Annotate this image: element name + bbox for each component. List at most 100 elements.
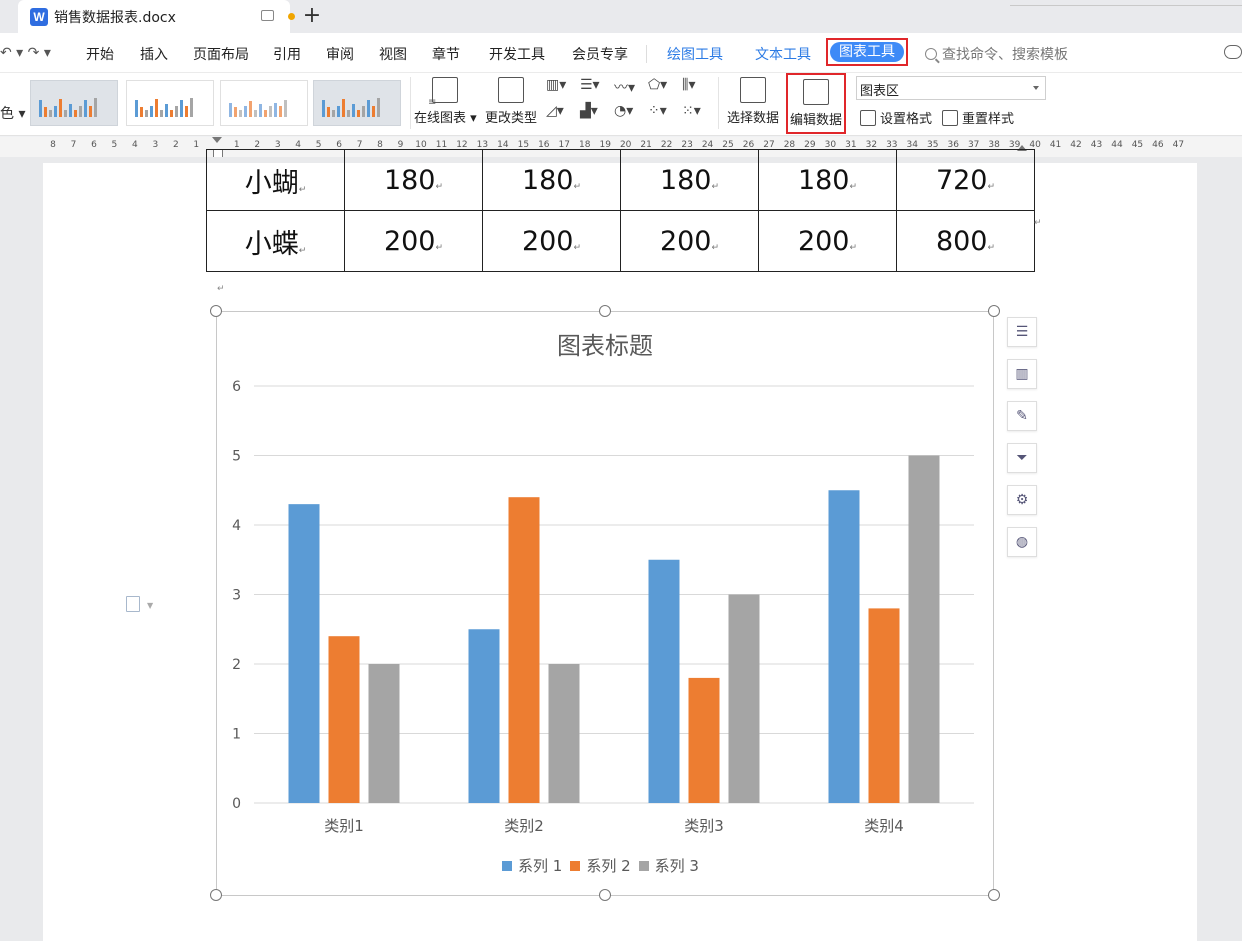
legend-item[interactable]: 系列 2 (570, 855, 631, 876)
bar[interactable] (728, 594, 760, 804)
reset-style-button[interactable]: 重置样式 (942, 108, 1014, 127)
table-cell[interactable]: 180↵ (344, 149, 483, 211)
bar[interactable] (548, 664, 580, 803)
ruler-tick-label: 1 (193, 140, 200, 150)
table-cell[interactable]: 180↵ (758, 149, 897, 211)
chart-style-gallery: ≡ (28, 75, 436, 129)
select-data-button[interactable]: 选择数据 (727, 77, 779, 126)
menu-view[interactable]: 视图 (379, 44, 407, 64)
legend-label: 系列 2 (586, 857, 631, 875)
ruler-tick-label: 7 (70, 140, 77, 150)
scatter-chart-icon[interactable]: ⁘▾ (648, 103, 678, 125)
x-tick-label: 类别4 (864, 817, 904, 835)
menu-home[interactable]: 开始 (86, 44, 114, 64)
wps-writer-icon: W (30, 7, 48, 26)
table-cell[interactable]: 180↵ (482, 149, 621, 211)
ruler-tick-label: 2 (172, 140, 179, 150)
resize-handle[interactable] (210, 889, 222, 901)
bar[interactable] (508, 497, 540, 803)
area-chart-icon[interactable]: ◿▾ (546, 103, 576, 125)
table-cell[interactable]: 200↵ (344, 210, 483, 272)
stock-chart-icon[interactable]: ⫼▾ (682, 77, 712, 99)
table-cell[interactable]: 200↵ (758, 210, 897, 272)
menu-developer[interactable]: 开发工具 (489, 44, 545, 64)
legend-label: 系列 1 (518, 857, 563, 875)
y-tick-label: 0 (232, 796, 241, 812)
menu-text-tools[interactable]: 文本工具 (755, 44, 811, 64)
color-scheme-button[interactable]: 色 ▾ (0, 103, 25, 123)
bar[interactable] (688, 677, 720, 803)
legend-item[interactable]: 系列 1 (502, 855, 562, 876)
menu-section[interactable]: 章节 (432, 44, 460, 64)
chevron-down-icon (1033, 86, 1039, 90)
table-cell[interactable]: 小蝴↵ (206, 149, 345, 211)
ruler-tick-label: 46 (1152, 140, 1164, 150)
bar[interactable] (648, 559, 680, 803)
resize-handle[interactable] (599, 305, 611, 317)
undo-redo-controls[interactable]: ↶ ▾ ↷ ▾ (0, 45, 51, 61)
line-chart-icon[interactable]: 〰▾ (614, 77, 644, 99)
y-tick-label: 3 (232, 588, 241, 604)
bar[interactable] (468, 629, 500, 803)
table-cell[interactable]: 200↵ (482, 210, 621, 272)
bubble-chart-icon[interactable]: ⁙▾ (682, 103, 712, 125)
legend-item[interactable]: 系列 3 (638, 855, 699, 876)
document-tab[interactable]: W 销售数据报表.docx (18, 0, 295, 33)
radar-chart-icon[interactable]: ⬠▾ (648, 77, 678, 99)
chart-element-select[interactable]: 图表区 (856, 76, 1046, 100)
chart-style-thumb[interactable] (30, 80, 118, 126)
chart-style-thumb[interactable] (220, 80, 308, 126)
online-chart-button[interactable]: 在线图表 ▾ (414, 77, 477, 126)
edit-data-button[interactable]: 编辑数据 (786, 73, 847, 134)
chart-tools-ribbon: 色 ▾ ≡ 在线图表 ▾ 更改类型 ▥▾ ☰▾ 〰▾ ⬠▾ ⫼▾ ◿▾ ▟▾ ◔… (0, 73, 1242, 136)
resize-handle[interactable] (988, 889, 1000, 901)
cloud-icon[interactable] (1224, 45, 1242, 59)
bar[interactable] (828, 490, 860, 803)
pie-chart-icon[interactable]: ◔▾ (614, 103, 644, 125)
resize-handle[interactable] (599, 889, 611, 901)
menu-references[interactable]: 引用 (273, 44, 301, 64)
set-format-button[interactable]: 设置格式 (860, 108, 932, 127)
new-tab-button[interactable]: + (300, 4, 324, 28)
chart-area[interactable]: 图表标题 0 1 2 3 4 5 6 类别1 类别2 类别3 类别4 系列 1 系列 2 系列 3 (216, 311, 994, 896)
gear-icon[interactable]: ⚙ (1007, 485, 1037, 515)
menu-member[interactable]: 会员专享 (572, 44, 628, 64)
combo-chart-icon[interactable]: ▟▾ (580, 103, 610, 125)
table-cell[interactable]: 720↵ (896, 149, 1035, 211)
x-tick-label: 类别1 (324, 817, 364, 835)
table-cell[interactable]: 180↵ (620, 149, 759, 211)
document-tools-icon[interactable] (126, 596, 140, 612)
resize-handle[interactable] (210, 305, 222, 317)
bar[interactable] (908, 455, 940, 804)
bar[interactable] (868, 608, 900, 803)
command-search[interactable]: 查找命令、搜索模板 (925, 44, 1068, 64)
monitor-icon[interactable] (261, 10, 274, 21)
chart-style-thumb[interactable] (126, 80, 214, 126)
bar-chart-icon[interactable]: ☰▾ (580, 77, 610, 99)
ruler-tick-label: 44 (1111, 140, 1123, 150)
chevron-down-icon[interactable]: ▼ (147, 601, 153, 610)
brush-icon[interactable]: ✎ (1007, 401, 1037, 431)
bar[interactable] (328, 636, 360, 803)
resize-handle[interactable] (988, 305, 1000, 317)
ruler-tick-label: 43 (1090, 140, 1103, 150)
menu-page-layout[interactable]: 页面布局 (193, 44, 249, 64)
bar[interactable] (368, 664, 400, 803)
menu-drawing-tools[interactable]: 绘图工具 (667, 44, 723, 64)
menu-review[interactable]: 审阅 (326, 44, 354, 64)
lightbulb-icon[interactable]: ◍ (1007, 527, 1037, 557)
table-cell[interactable]: 小蝶↵ (206, 210, 345, 272)
chart-legend[interactable]: 系列 1 系列 2 系列 3 (502, 855, 699, 876)
column-chart-icon[interactable]: ▥▾ (546, 77, 576, 99)
menu-chart-tools[interactable]: 图表工具 (826, 38, 908, 66)
table-cell[interactable]: 800↵ (896, 210, 1035, 272)
table-cell[interactable]: 200↵ (620, 210, 759, 272)
menu-insert[interactable]: 插入 (140, 44, 168, 64)
change-type-button[interactable]: 更改类型 (485, 77, 537, 126)
chart-style-icon[interactable]: ▥ (1007, 359, 1037, 389)
chart-style-thumb[interactable] (313, 80, 401, 126)
plot-area[interactable]: 0 1 2 3 4 5 6 类别1 类别2 类别3 类别4 (217, 312, 995, 897)
chart-elements-icon[interactable]: ☰ (1007, 317, 1037, 347)
filter-icon[interactable]: ⏷ (1007, 443, 1037, 473)
bar[interactable] (288, 504, 320, 803)
